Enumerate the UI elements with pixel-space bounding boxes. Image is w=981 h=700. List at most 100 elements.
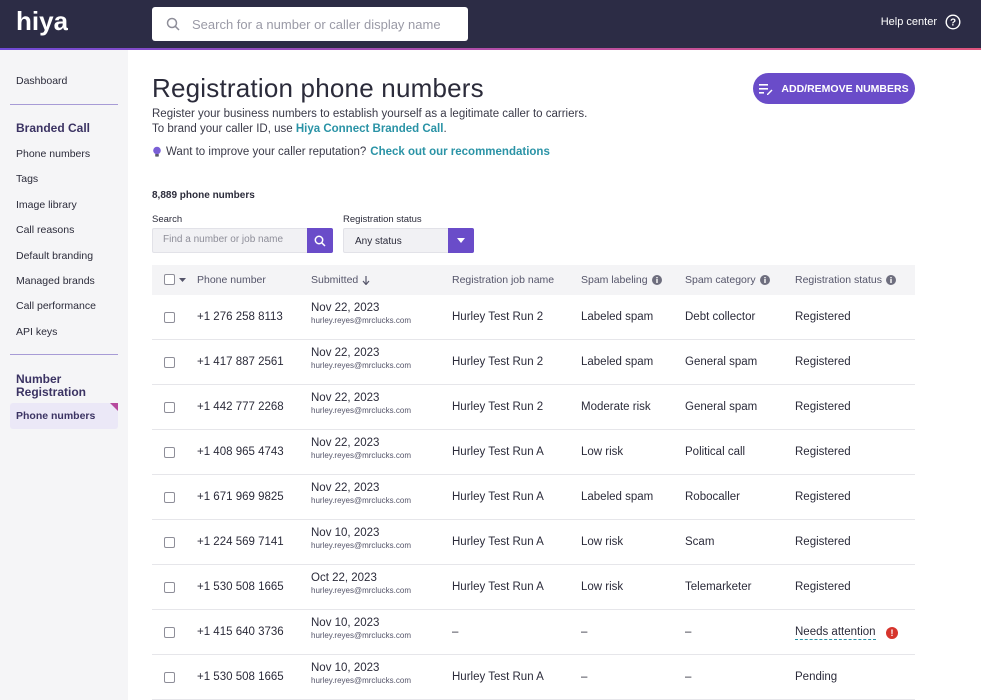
sidebar-item-label: Phone numbers: [16, 410, 96, 422]
cell-job: Hurley Test Run A: [452, 446, 544, 458]
cell-spam-label: –: [581, 626, 588, 638]
sidebar-item-dashboard[interactable]: Dashboard: [16, 75, 67, 87]
lightbulb-icon: [153, 146, 161, 157]
select-all-checkbox[interactable]: [164, 274, 175, 285]
global-search-input[interactable]: [192, 16, 452, 32]
table-row[interactable]: +1 530 508 1665 Nov 10, 2023 hurley.reye…: [152, 655, 915, 700]
sidebar-item-image-library[interactable]: Image library: [16, 199, 77, 211]
chevron-down-icon[interactable]: [179, 278, 186, 282]
table-row[interactable]: +1 415 640 3736 Nov 10, 2023 hurley.reye…: [152, 610, 915, 655]
cell-email: hurley.reyes@mrclucks.com: [311, 631, 411, 640]
cell-phone: +1 442 777 2268: [197, 401, 284, 413]
cell-phone: +1 415 640 3736: [197, 626, 284, 638]
status-dropdown-button[interactable]: [448, 228, 474, 253]
sidebar-item-default-branding[interactable]: Default branding: [16, 250, 93, 262]
top-bar: hiya Help center ?: [0, 0, 981, 48]
cell-status-needs-attention[interactable]: Needs attention: [795, 626, 876, 640]
table-row[interactable]: +1 224 569 7141 Nov 10, 2023 hurley.reye…: [152, 520, 915, 565]
sidebar-heading-branded-call: Branded Call: [16, 121, 91, 135]
description-end: .: [443, 122, 447, 135]
search-submit-button[interactable]: [307, 228, 333, 253]
row-checkbox[interactable]: [164, 582, 175, 593]
sidebar-item-managed-brands[interactable]: Managed brands: [16, 275, 95, 287]
row-checkbox[interactable]: [164, 357, 175, 368]
cell-spam-label: Moderate risk: [581, 401, 651, 413]
cell-spam-label: –: [581, 671, 588, 683]
cell-date: Nov 22, 2023: [311, 347, 380, 359]
cell-date: Nov 22, 2023: [311, 392, 380, 404]
cell-spam-label: Low risk: [581, 581, 624, 593]
table-row[interactable]: +1 276 258 8113 Nov 22, 2023 hurley.reye…: [152, 295, 915, 340]
sidebar-item-phone-numbers[interactable]: Phone numbers: [16, 148, 90, 160]
row-checkbox[interactable]: [164, 402, 175, 413]
table-row[interactable]: +1 408 965 4743 Nov 22, 2023 hurley.reye…: [152, 430, 915, 475]
svg-text:?: ?: [950, 18, 956, 29]
search-icon: [166, 17, 180, 31]
col-submitted[interactable]: Submitted: [311, 274, 370, 286]
row-checkbox[interactable]: [164, 492, 175, 503]
cell-date: Nov 22, 2023: [311, 482, 380, 494]
sidebar-item-registration-phone-numbers[interactable]: Phone numbers: [10, 403, 118, 429]
sort-descending-icon[interactable]: [362, 275, 370, 285]
sidebar-heading-registration: Registration: [16, 385, 87, 399]
cell-phone: +1 530 508 1665: [197, 581, 284, 593]
search-filter-label: Search: [152, 214, 183, 225]
help-center-link[interactable]: Help center ?: [881, 14, 961, 30]
cell-phone: +1 530 508 1665: [197, 671, 284, 683]
cell-spam-label: Low risk: [581, 446, 624, 458]
cell-spam-category: –: [685, 626, 692, 638]
add-remove-numbers-button[interactable]: ADD/REMOVE NUMBERS: [753, 73, 915, 104]
cell-status: Registered: [795, 311, 851, 323]
number-search-field[interactable]: [152, 228, 333, 253]
cell-phone: +1 224 569 7141: [197, 536, 284, 548]
sidebar-item-call-performance[interactable]: Call performance: [16, 300, 96, 312]
number-search-input[interactable]: [163, 234, 303, 245]
global-search[interactable]: [152, 7, 468, 41]
table-header: Phone number Submitted Registration job …: [152, 265, 915, 295]
sidebar-item-tags[interactable]: Tags: [16, 173, 38, 185]
cell-status: Registered: [795, 401, 851, 413]
cell-job: Hurley Test Run A: [452, 581, 544, 593]
cell-phone: +1 671 969 9825: [197, 491, 284, 503]
row-checkbox[interactable]: [164, 672, 175, 683]
info-icon[interactable]: [885, 275, 896, 285]
cell-spam-category: Debt collector: [685, 311, 756, 323]
chevron-down-icon: [457, 238, 465, 243]
sidebar-item-api-keys[interactable]: API keys: [16, 326, 57, 338]
cell-email: hurley.reyes@mrclucks.com: [311, 586, 411, 595]
cell-date: Nov 10, 2023: [311, 662, 380, 674]
branded-call-link[interactable]: Hiya Connect Branded Call: [296, 123, 444, 135]
sidebar-item-call-reasons[interactable]: Call reasons: [16, 224, 74, 236]
info-icon[interactable]: [651, 275, 662, 285]
cell-phone: +1 276 258 8113: [197, 311, 283, 323]
cell-job: Hurley Test Run A: [452, 491, 544, 503]
cell-status: Registered: [795, 491, 851, 503]
cell-email: hurley.reyes@mrclucks.com: [311, 406, 411, 415]
registration-status-select[interactable]: Any status: [343, 228, 474, 253]
sidebar: Dashboard Branded Call Phone numbers Tag…: [0, 50, 128, 700]
table-row[interactable]: +1 442 777 2268 Nov 22, 2023 hurley.reye…: [152, 385, 915, 430]
info-icon[interactable]: [759, 275, 770, 285]
hiya-logo[interactable]: hiya: [16, 9, 68, 39]
phone-number-count: 8,889 phone numbers: [152, 190, 255, 201]
cell-email: hurley.reyes@mrclucks.com: [311, 361, 411, 370]
reputation-tip: Want to improve your caller reputation? …: [152, 146, 550, 158]
help-icon: ?: [945, 14, 961, 30]
cell-spam-category: Scam: [685, 536, 715, 548]
svg-text:hiya: hiya: [16, 9, 68, 36]
table-row[interactable]: +1 530 508 1665 Oct 22, 2023 hurley.reye…: [152, 565, 915, 610]
search-icon: [314, 235, 326, 247]
row-checkbox[interactable]: [164, 537, 175, 548]
cell-phone: +1 417 887 2561: [197, 356, 284, 368]
table-row[interactable]: +1 671 969 9825 Nov 22, 2023 hurley.reye…: [152, 475, 915, 520]
row-checkbox[interactable]: [164, 312, 175, 323]
cell-date: Nov 22, 2023: [311, 437, 380, 449]
row-checkbox[interactable]: [164, 447, 175, 458]
cell-status: Registered: [795, 536, 851, 548]
table-row[interactable]: +1 417 887 2561 Nov 22, 2023 hurley.reye…: [152, 340, 915, 385]
cell-job: Hurley Test Run 2: [452, 356, 544, 368]
recommendations-link[interactable]: Check out our recommendations: [370, 146, 550, 158]
row-checkbox[interactable]: [164, 627, 175, 638]
status-filter-label: Registration status: [343, 214, 422, 225]
cell-spam-label: Low risk: [581, 536, 624, 548]
